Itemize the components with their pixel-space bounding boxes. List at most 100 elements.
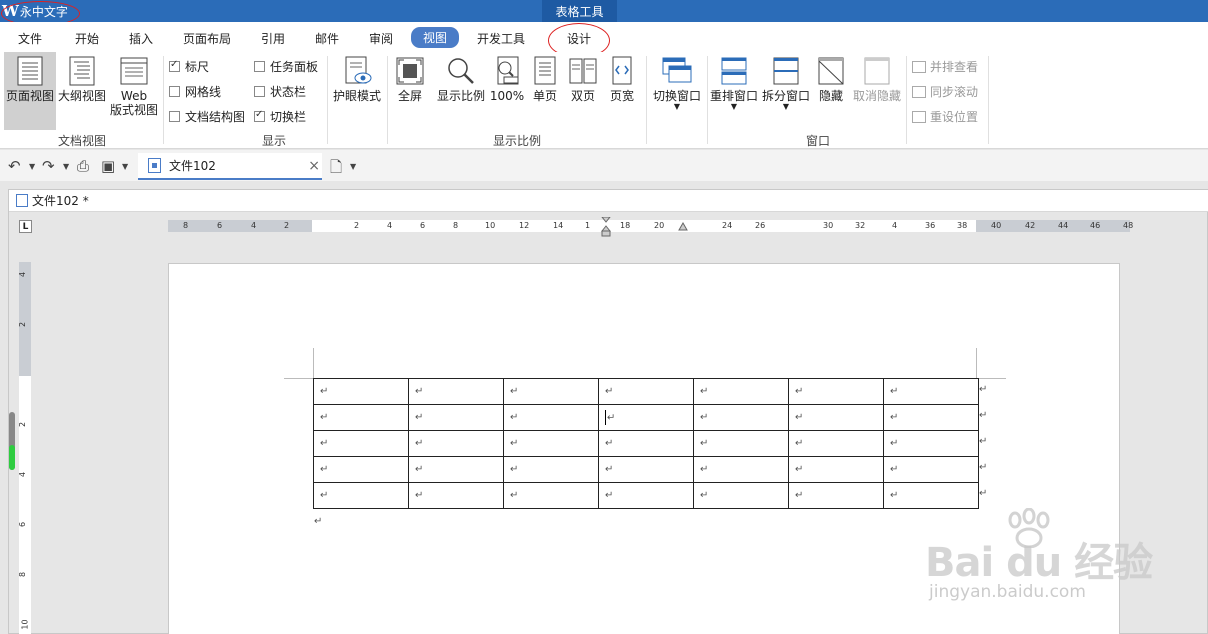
table-cell[interactable]: ↵ xyxy=(408,482,504,509)
redo-icon[interactable]: ↷ xyxy=(42,157,55,175)
sync-scroll-button[interactable]: 同步滚动 xyxy=(912,83,978,100)
unhide-window-button[interactable]: 取消隐藏 xyxy=(851,52,903,130)
rearrange-window-button[interactable]: 重排窗口 ▼ xyxy=(709,52,759,130)
table-cell[interactable]: ↵ xyxy=(503,482,599,509)
switch-bar-checkbox-box[interactable] xyxy=(254,109,265,122)
print-preview-icon[interactable]: ⎙ xyxy=(77,157,89,175)
table-cell[interactable]: ↵ xyxy=(408,456,504,483)
tab-page-layout[interactable]: 页面布局 xyxy=(178,29,236,47)
switch-window-button[interactable]: 切换窗口 ▼ xyxy=(650,52,704,130)
table-cell[interactable]: ↵ xyxy=(598,456,694,483)
dropdown-caret-icon[interactable]: ▼ xyxy=(29,162,35,171)
table-cell[interactable]: ↵ xyxy=(788,378,884,405)
close-tab-icon[interactable]: × xyxy=(308,158,320,174)
outline-view-button[interactable]: 大纲视图 xyxy=(56,52,108,130)
ruler-checkbox[interactable]: 标尺 xyxy=(169,58,209,75)
doc-map-checkbox[interactable]: 文档结构图 xyxy=(169,108,245,125)
document-page[interactable]: ↵ ↵ ↵ ↵ ↵ ↵ ↵ ↵ ↵ ↵ ↵ ↵ ↵ ↵ ↵ ↵ ↵ ↵ ↵ ↵ ↵ ↵ ↵ ↵ ↵ ↵ ↵ ↵ ↵ ↵ ↵ ↵ ↵ ↵ ↵ ↵ ↵ ↵ ↵… xyxy=(168,263,1120,634)
tab-references[interactable]: 引用 xyxy=(253,29,293,47)
single-page-button[interactable]: 单页 xyxy=(526,52,564,130)
tab-stop-selector[interactable]: L xyxy=(19,220,32,233)
table-cell[interactable]: ↵ xyxy=(313,378,409,405)
gridlines-checkbox-box[interactable] xyxy=(169,86,180,97)
eye-mode-button[interactable]: 护眼模式 xyxy=(330,52,384,130)
tab-view[interactable]: 视图 xyxy=(411,27,459,48)
table-cell[interactable]: ↵ xyxy=(693,378,789,405)
cell-end-mark: ↵ xyxy=(890,386,899,397)
vertical-ruler[interactable]: 4 2 2 4 6 8 10 xyxy=(18,262,31,634)
switch-bar-checkbox[interactable]: 切换栏 xyxy=(254,108,306,125)
hide-window-button[interactable]: 隐藏 xyxy=(815,52,847,130)
undo-icon[interactable]: ↶ xyxy=(8,157,21,175)
task-pane-checkbox-box[interactable] xyxy=(254,61,265,72)
document-table[interactable]: ↵ ↵ ↵ ↵ ↵ ↵ ↵ ↵ ↵ ↵ ↵ ↵ ↵ ↵ ↵ ↵ ↵ ↵ ↵ ↵ ↵ ↵ ↵ ↵ ↵ ↵ ↵ ↵ ↵ ↵ ↵ ↵ ↵ ↵ ↵ xyxy=(313,378,979,509)
ruler-tick-label: 2 xyxy=(18,321,28,328)
table-cell[interactable]: ↵ xyxy=(883,430,979,457)
split-window-button[interactable]: 拆分窗口 ▼ xyxy=(760,52,812,130)
document-tab[interactable]: 文件102 × xyxy=(138,153,322,180)
customize-toolbar-icon[interactable]: ▼ xyxy=(122,162,128,171)
ruler-checkbox-box[interactable] xyxy=(169,59,180,72)
table-cell[interactable]: ↵ xyxy=(693,404,789,431)
new-document-icon[interactable]: 🗋 xyxy=(330,157,342,182)
reset-position-button[interactable]: 重设位置 xyxy=(912,108,978,125)
table-tools-context-tab[interactable]: 表格工具 xyxy=(542,0,617,22)
tab-design[interactable]: 设计 xyxy=(559,29,599,47)
side-by-side-button[interactable]: 并排查看 xyxy=(912,58,978,75)
table-cell[interactable]: ↵ xyxy=(313,482,409,509)
table-cell[interactable]: ↵ xyxy=(598,430,694,457)
tab-home[interactable]: 开始 xyxy=(67,29,107,47)
table-cell[interactable]: ↵ xyxy=(693,456,789,483)
table-cell[interactable]: ↵ xyxy=(788,404,884,431)
table-cell[interactable]: ↵ xyxy=(883,482,979,509)
web-view-button[interactable]: Web 版式视图 xyxy=(108,52,160,130)
document-window-title: 文件102 * xyxy=(32,194,89,208)
table-cell[interactable]: ↵ xyxy=(883,456,979,483)
table-cell[interactable]: ↵ xyxy=(598,378,694,405)
tab-insert[interactable]: 插入 xyxy=(121,29,161,47)
table-cell[interactable]: ↵ xyxy=(788,456,884,483)
table-cell[interactable]: ↵ xyxy=(788,482,884,509)
zoom-ratio-button[interactable]: 显示比例 xyxy=(434,52,488,130)
tab-mailings[interactable]: 邮件 xyxy=(307,29,347,47)
table-cell[interactable]: ↵ xyxy=(408,430,504,457)
table-cell[interactable]: ↵ xyxy=(598,404,694,431)
right-indent-marker-icon[interactable] xyxy=(678,222,688,232)
table-cell[interactable]: ↵ xyxy=(503,456,599,483)
page-width-button[interactable]: 页宽 xyxy=(602,52,642,130)
ruler-tick-label: 8 xyxy=(18,571,28,578)
table-cell[interactable]: ↵ xyxy=(883,378,979,405)
ruler-tick-label: 40 xyxy=(991,221,1002,230)
tab-review[interactable]: 审阅 xyxy=(361,29,401,47)
table-cell[interactable]: ↵ xyxy=(408,378,504,405)
dropdown-caret-icon[interactable]: ▼ xyxy=(63,162,69,171)
horizontal-ruler[interactable]: 8 6 4 2 2 4 6 8 10 12 14 1 18 20 24 26 30 32 4 36 38 40 42 44 46… xyxy=(168,217,1133,237)
table-cell[interactable]: ↵ xyxy=(598,482,694,509)
tab-file[interactable]: 文件 xyxy=(10,29,50,47)
table-cell[interactable]: ↵ xyxy=(503,378,599,405)
doc-map-checkbox-box[interactable] xyxy=(169,111,180,122)
status-bar-checkbox[interactable]: 状态栏 xyxy=(254,83,306,100)
zoom-100-button[interactable]: 100% xyxy=(488,52,526,130)
table-cell[interactable]: ↵ xyxy=(503,430,599,457)
indent-marker-icon[interactable] xyxy=(601,217,611,237)
table-cell[interactable]: ↵ xyxy=(693,430,789,457)
status-bar-checkbox-box[interactable] xyxy=(254,86,265,97)
table-cell[interactable]: ↵ xyxy=(408,404,504,431)
cell-end-mark: ↵ xyxy=(700,438,709,449)
gridlines-checkbox[interactable]: 网格线 xyxy=(169,83,221,100)
table-cell[interactable]: ↵ xyxy=(313,456,409,483)
dropdown-caret-icon[interactable]: ▼ xyxy=(350,162,356,171)
table-cell[interactable]: ↵ xyxy=(788,430,884,457)
task-pane-checkbox[interactable]: 任务面板 xyxy=(254,58,318,75)
page-view-button[interactable]: 页面视图 xyxy=(4,52,56,130)
tab-developer[interactable]: 开发工具 xyxy=(472,29,530,47)
save-icon[interactable]: ▣ xyxy=(101,157,115,175)
table-cell[interactable]: ↵ xyxy=(313,404,409,431)
two-pages-button[interactable]: 双页 xyxy=(564,52,602,130)
table-cell[interactable]: ↵ xyxy=(313,430,409,457)
table-cell[interactable]: ↵ xyxy=(503,404,599,431)
table-cell[interactable]: ↵ xyxy=(693,482,789,509)
table-cell[interactable]: ↵ xyxy=(883,404,979,431)
fullscreen-button[interactable]: 全屏 xyxy=(390,52,430,130)
